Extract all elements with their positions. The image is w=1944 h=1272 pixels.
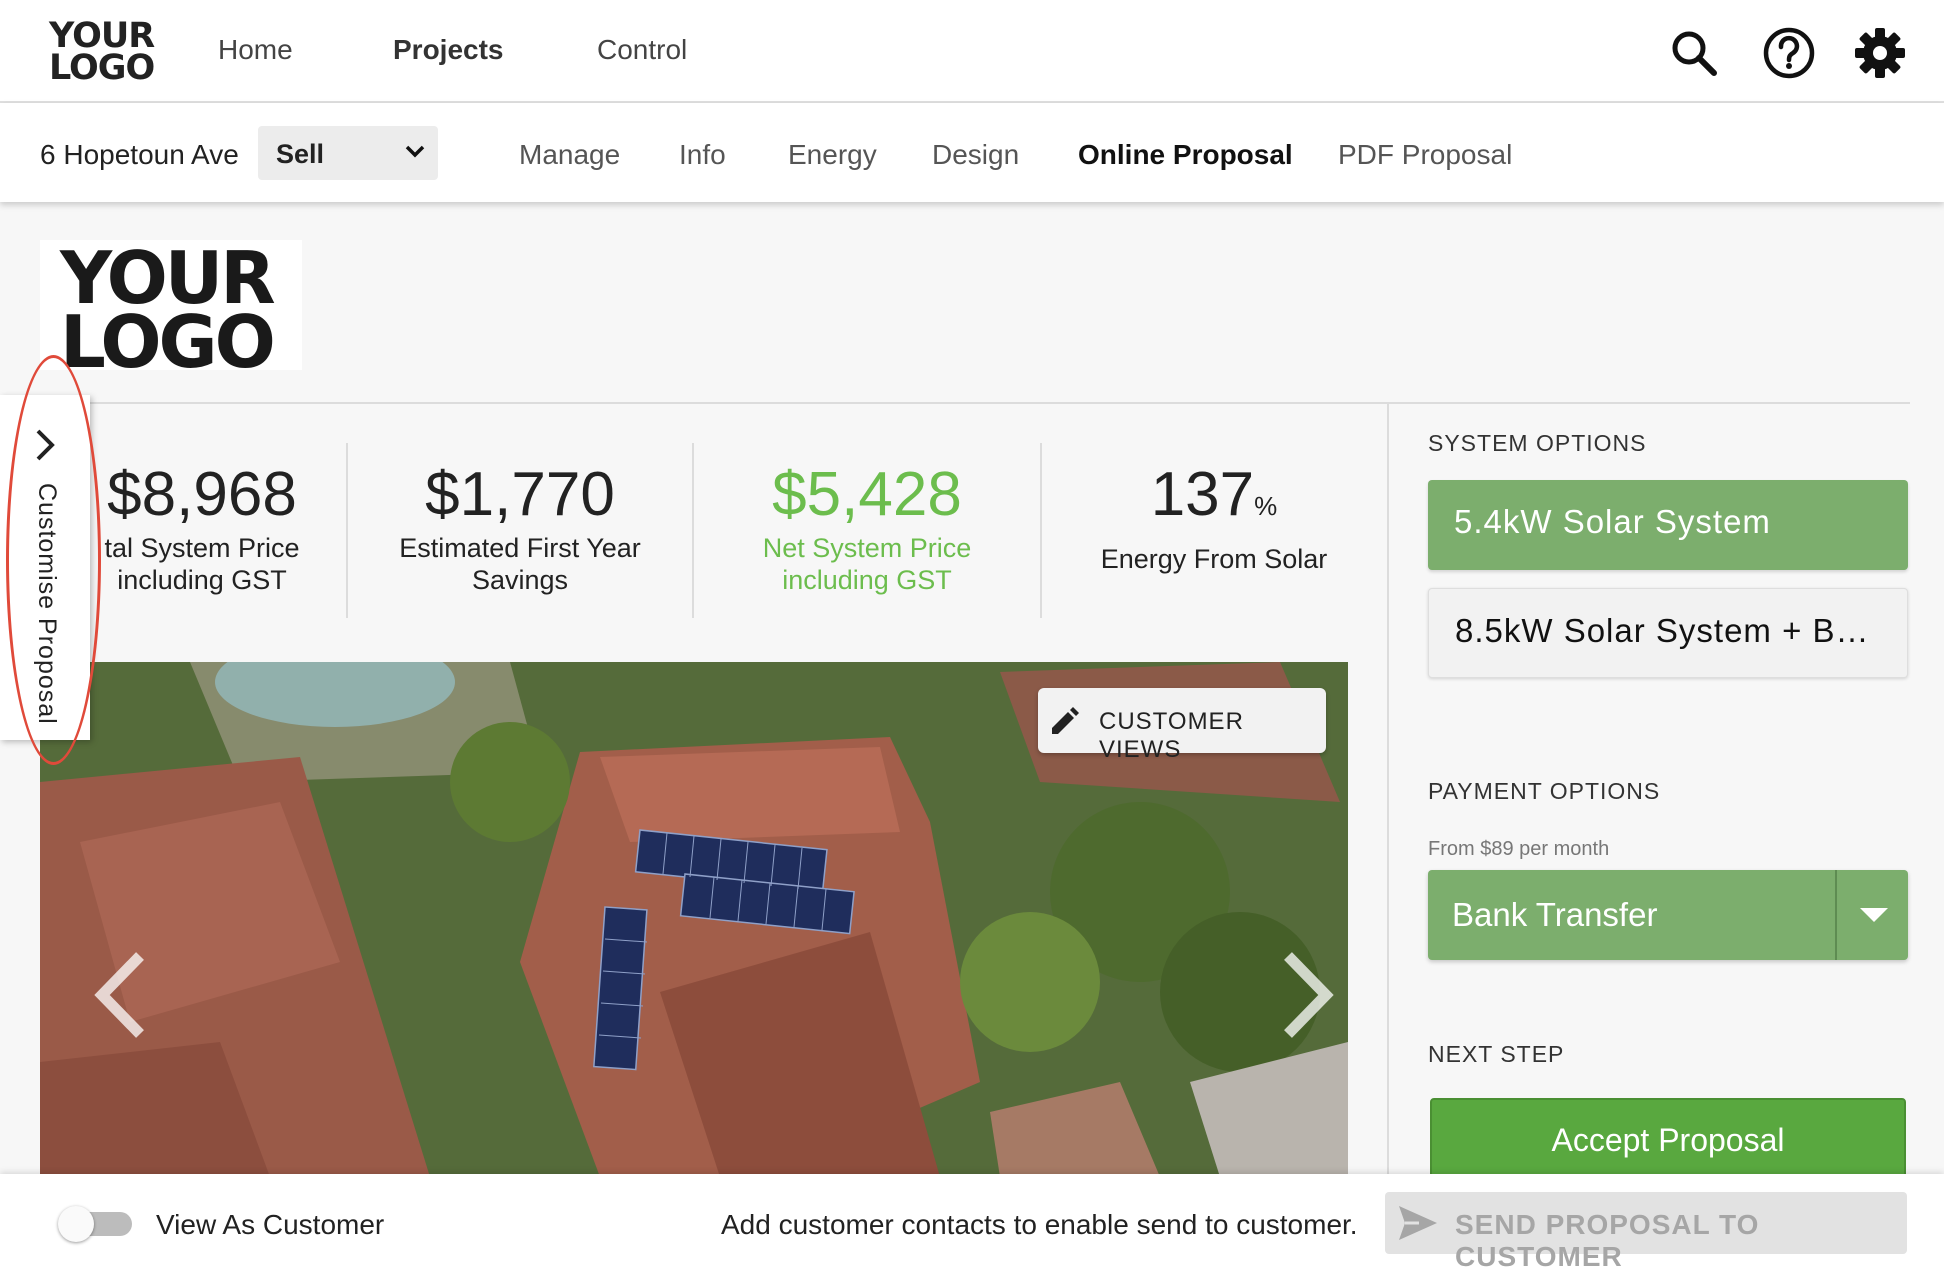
nav-control[interactable]: Control [597, 34, 687, 66]
customise-proposal-tab[interactable]: Customise Proposal [0, 395, 90, 740]
stat-net-price-label: Net System Price [762, 533, 972, 563]
tab-info[interactable]: Info [679, 139, 726, 171]
send-proposal-button[interactable]: SEND PROPOSAL TO CUSTOMER [1385, 1192, 1907, 1272]
stat-separator [1040, 443, 1042, 618]
stat-energy-from-solar: 137% Energy From Solar [1044, 460, 1384, 575]
carousel-next-icon[interactable] [1276, 950, 1336, 1040]
help-icon[interactable] [1762, 26, 1816, 80]
stat-net-price: $5,428 Net System Price including GST [697, 460, 1037, 596]
send-proposal-label: SEND PROPOSAL TO CUSTOMER [1455, 1209, 1760, 1272]
payment-method-value: Bank Transfer [1452, 896, 1658, 933]
caret-down-icon [1860, 908, 1888, 922]
carousel-prev-icon[interactable] [92, 950, 152, 1040]
system-options-title: SYSTEM OPTIONS [1428, 430, 1647, 456]
chevron-down-icon [405, 145, 425, 158]
chevron-right-icon [36, 429, 55, 461]
gear-icon[interactable] [1853, 26, 1907, 80]
nav-home[interactable]: Home [218, 34, 293, 66]
stage-select[interactable]: Sell [258, 126, 438, 180]
next-step-title: NEXT STEP [1428, 1041, 1565, 1067]
stat-net-price-value: $5,428 [772, 460, 962, 529]
bottom-action-bar: View As Customer Add customer contacts t… [0, 1174, 1944, 1272]
stat-net-price-label2: including GST [782, 565, 952, 595]
accept-proposal-button[interactable]: Accept Proposal [1430, 1098, 1906, 1182]
customer-views-label: CUSTOMER VIEWS [1099, 708, 1244, 763]
stat-savings-label: Estimated First Year [399, 533, 641, 563]
top-nav: YOUR LOGO Home Projects Control [0, 0, 1944, 103]
tab-manage[interactable]: Manage [519, 139, 620, 171]
tab-energy[interactable]: Energy [788, 139, 877, 171]
stat-separator [692, 443, 694, 618]
select-divider [1835, 870, 1837, 960]
tab-design[interactable]: Design [932, 139, 1019, 171]
stat-savings-label2: Savings [471, 565, 569, 595]
project-address: 6 Hopetoun Ave [40, 139, 239, 170]
pencil-icon [1052, 707, 1079, 734]
stat-savings-value: $1,770 [425, 460, 615, 529]
view-as-customer-label: View As Customer [156, 1209, 385, 1240]
toggle-knob [58, 1206, 94, 1242]
header-divider [40, 402, 1910, 404]
view-as-customer-toggle[interactable] [58, 1206, 134, 1242]
project-subnav: 6 Hopetoun Ave Sell Manage Info Energy D… [0, 103, 1944, 202]
send-hint-text: Add customer contacts to enable send to … [721, 1209, 1358, 1240]
stat-energy-unit: % [1254, 491, 1278, 521]
proposal-logo: YOUR LOGO [40, 240, 302, 378]
proposal-logo-line2: LOGO [60, 300, 276, 384]
payment-monthly-note: From $89 per month [1428, 838, 1610, 860]
nav-projects[interactable]: Projects [393, 34, 504, 66]
tab-online-proposal[interactable]: Online Proposal [1078, 139, 1293, 171]
stat-energy-label: Energy From Solar [1100, 544, 1328, 574]
stat-separator [346, 443, 348, 618]
customer-views-button[interactable]: CUSTOMER VIEWS [1038, 688, 1326, 763]
payment-method-select[interactable]: Bank Transfer [1428, 870, 1908, 960]
brand-logo[interactable]: YOUR LOGO [49, 19, 159, 88]
system-option-8-5kw-battery[interactable]: 8.5kW Solar System + Batte… [1428, 588, 1908, 678]
brand-logo-line2: LOGO [49, 48, 155, 88]
search-icon[interactable] [1667, 26, 1721, 80]
tab-pdf-proposal[interactable]: PDF Proposal [1338, 139, 1512, 171]
app-root: YOUR LOGO Home Projects Control 6 Hopeto… [0, 0, 1944, 1272]
stage-select-value: Sell [276, 139, 325, 169]
stat-energy-value: 137 [1150, 460, 1255, 529]
customise-proposal-label: Customise Proposal [33, 483, 61, 725]
panel-divider [1387, 404, 1389, 1174]
payment-options-title: PAYMENT OPTIONS [1428, 778, 1661, 804]
send-icon [1399, 1206, 1437, 1240]
system-option-5-4kw[interactable]: 5.4kW Solar System [1428, 480, 1908, 570]
stat-first-year-savings: $1,770 Estimated First Year Savings [350, 460, 690, 596]
